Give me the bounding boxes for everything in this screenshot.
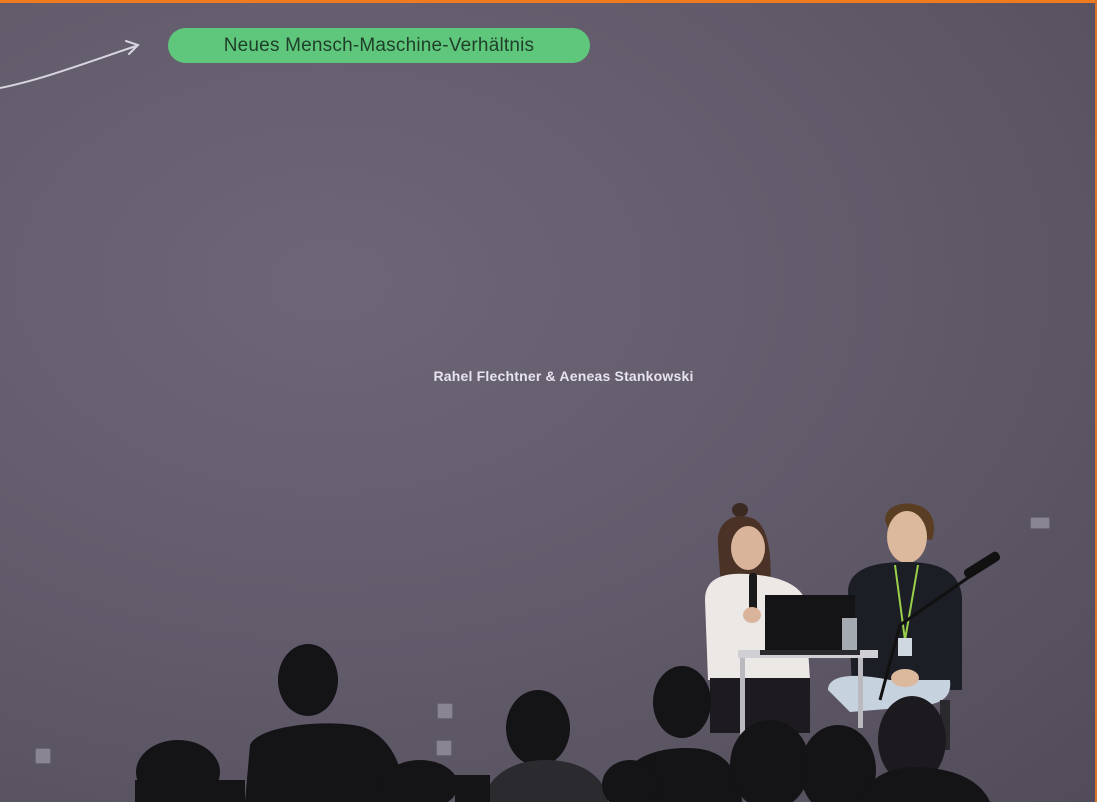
photo-frame: Neues Mensch-Maschine-Verhältnis Rahel F… bbox=[0, 0, 1097, 802]
stage-scene bbox=[135, 503, 1001, 802]
water-glass bbox=[842, 618, 857, 650]
